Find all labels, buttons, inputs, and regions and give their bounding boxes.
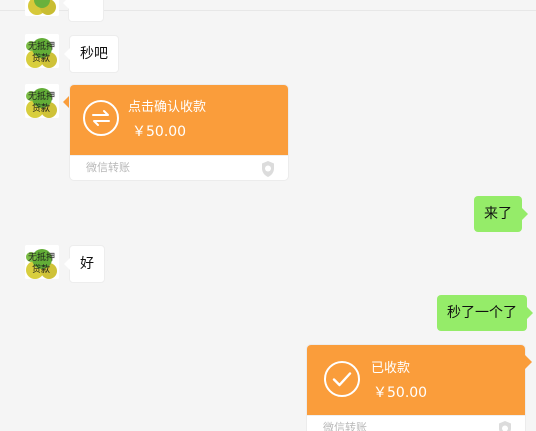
avatar-text-line2: 贷款 xyxy=(32,102,50,114)
message-text: 秒了一个了 xyxy=(447,305,517,321)
avatar-text-line1: 无抵押 xyxy=(28,90,55,102)
transfer-card-pending[interactable]: 点击确认收款 ￥50.00 微信转账 xyxy=(70,85,288,180)
transfer-title: 点击确认收款 xyxy=(128,100,207,115)
message-bubble-outgoing[interactable]: 来了 xyxy=(474,196,528,232)
transfer-card-tail xyxy=(63,95,70,109)
transfer-card-header: 点击确认收款 ￥50.00 xyxy=(70,85,288,155)
exchange-arrows-icon xyxy=(83,100,119,136)
transfer-amount: ￥50.00 xyxy=(132,124,187,140)
avatar[interactable]: 无抵押 贷款 xyxy=(25,84,59,118)
transfer-card-footer: 微信转账 xyxy=(307,415,525,431)
transfer-amount: ￥50.00 xyxy=(373,385,428,401)
transfer-card-header: 已收款 ￥50.00 xyxy=(307,345,525,415)
message-text: 好 xyxy=(80,256,94,272)
avatar[interactable]: 无抵押 贷款 xyxy=(25,245,59,279)
message-text: 来了 xyxy=(484,206,512,222)
message-bubble-outgoing[interactable]: 秒了一个了 xyxy=(437,295,533,331)
shield-icon xyxy=(499,421,511,431)
transfer-title: 已收款 xyxy=(371,361,411,376)
message-bubble-incoming[interactable]: 好 xyxy=(64,245,105,283)
transfer-card-footer: 微信转账 xyxy=(70,155,288,180)
avatar-image: 无抵押 贷款 xyxy=(25,84,59,118)
avatar-text-line2: 贷款 xyxy=(32,263,50,275)
transfer-label: 微信转账 xyxy=(86,161,130,174)
chat-message-list[interactable]: 无抵押 贷款 秒吧 无抵押 贷款 点击确认收款 ￥50.00 微信转账 来了 无… xyxy=(0,0,536,431)
checkmark-icon xyxy=(324,361,360,397)
avatar-image: 无抵押 贷款 xyxy=(25,34,59,68)
message-bubble-incoming[interactable]: 秒吧 xyxy=(64,35,119,73)
transfer-label: 微信转账 xyxy=(323,421,367,431)
avatar-image: 无抵押 贷款 xyxy=(25,245,59,279)
shield-icon xyxy=(262,161,274,177)
message-text: 秒吧 xyxy=(80,46,108,62)
avatar[interactable] xyxy=(25,0,59,16)
transfer-card-received[interactable]: 已收款 ￥50.00 微信转账 xyxy=(307,345,525,431)
avatar-text-line1: 无抵押 xyxy=(28,251,55,263)
message-bubble-incoming[interactable] xyxy=(63,0,104,22)
avatar-text-line2: 贷款 xyxy=(32,52,50,64)
transfer-card-tail xyxy=(525,355,532,369)
avatar-text-line1: 无抵押 xyxy=(28,40,55,52)
avatar[interactable]: 无抵押 贷款 xyxy=(25,34,59,68)
avatar-image xyxy=(25,0,59,16)
